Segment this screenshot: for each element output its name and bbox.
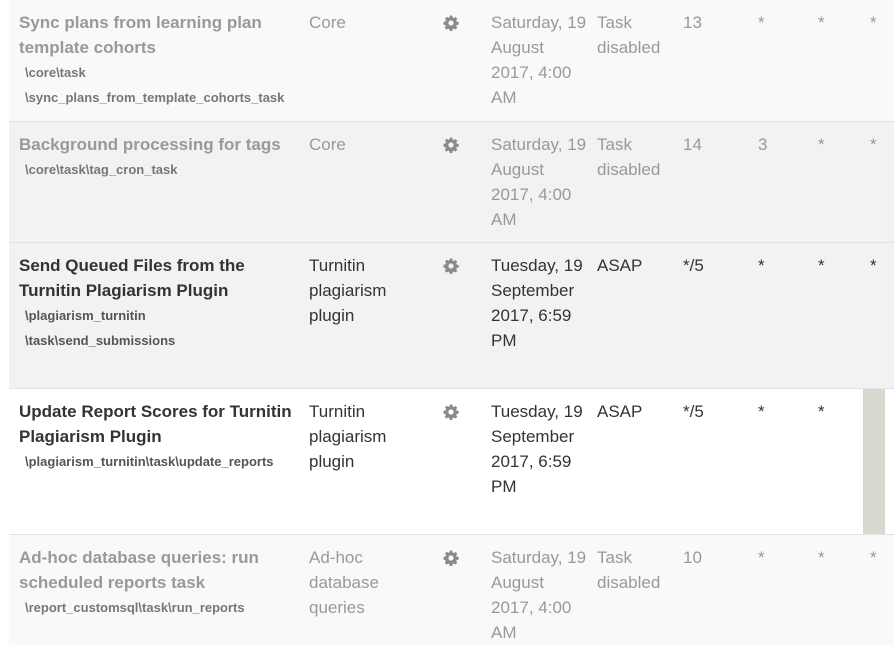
scrollbar-thumb[interactable]	[863, 389, 885, 534]
last-run-cell: Task disabled	[597, 548, 661, 592]
next-run-cell: Saturday, 19 August 2017, 4:00 AM	[491, 135, 587, 229]
month-cell: *	[870, 256, 877, 275]
task-title: Sync plans from learning plan template c…	[19, 13, 262, 57]
minute-cell: */5	[683, 402, 704, 421]
day-cell: *	[818, 548, 825, 567]
task-class-path: \report_customsql\task\run_reports	[25, 600, 245, 615]
day-cell: *	[818, 402, 825, 421]
task-name-cell: Send Queued Files from the Turnitin Plag…	[19, 253, 299, 353]
day-cell: *	[818, 256, 825, 275]
task-name-cell: Sync plans from learning plan template c…	[19, 10, 299, 110]
task-class-path: \sync_plans_from_template_cohorts_task	[25, 90, 285, 105]
component-cell: Core	[309, 13, 346, 32]
last-run-cell: Task disabled	[597, 135, 661, 179]
component-cell: Ad-hoc database queries	[309, 548, 379, 617]
hour-cell: *	[758, 548, 765, 567]
next-run-cell: Saturday, 19 August 2017, 4:00 AM	[491, 548, 587, 642]
table-row: Update Report Scores for Turnitin Plagia…	[9, 388, 894, 534]
day-cell: *	[818, 13, 825, 32]
task-title: Update Report Scores for Turnitin Plagia…	[19, 402, 292, 446]
task-name-cell: Update Report Scores for Turnitin Plagia…	[19, 399, 299, 474]
hour-cell: *	[758, 13, 765, 32]
task-title: Background processing for tags	[19, 135, 281, 154]
table-row: Sync plans from learning plan template c…	[9, 0, 894, 121]
component-cell: Turnitin plagiarism plugin	[309, 256, 387, 325]
task-name-cell: Ad-hoc database queries: run scheduled r…	[19, 545, 299, 620]
task-class-path: \plagiarism_turnitin	[25, 308, 146, 323]
next-run-cell: Tuesday, 19 September 2017, 6:59 PM	[491, 402, 583, 496]
hour-cell: *	[758, 256, 765, 275]
next-run-cell: Saturday, 19 August 2017, 4:00 AM	[491, 13, 587, 107]
task-title: Send Queued Files from the Turnitin Plag…	[19, 256, 245, 300]
table-row: Ad-hoc database queries: run scheduled r…	[9, 534, 894, 645]
last-run-cell: Task disabled	[597, 13, 661, 57]
gear-icon[interactable]	[442, 14, 460, 32]
scheduled-tasks-table: Sync plans from learning plan template c…	[9, 0, 894, 645]
gear-icon[interactable]	[442, 257, 460, 275]
task-class-path: \core\task\tag_cron_task	[25, 162, 178, 177]
next-run-cell: Tuesday, 19 September 2017, 6:59 PM	[491, 256, 583, 350]
minute-cell: 10	[683, 548, 702, 567]
minute-cell: */5	[683, 256, 704, 275]
last-run-cell: ASAP	[597, 402, 643, 421]
task-title: Ad-hoc database queries: run scheduled r…	[19, 548, 259, 592]
month-cell: *	[870, 548, 877, 567]
table-row: Send Queued Files from the Turnitin Plag…	[9, 242, 894, 388]
hour-cell: *	[758, 402, 765, 421]
task-class-path: \task\send_submissions	[25, 333, 176, 348]
task-class-path: \core\task	[25, 65, 86, 80]
hour-cell: 3	[758, 135, 768, 154]
last-run-cell: ASAP	[597, 256, 643, 275]
gear-icon[interactable]	[442, 403, 460, 421]
minute-cell: 13	[683, 13, 702, 32]
table-row: Background processing for tags \core\tas…	[9, 121, 894, 242]
gear-icon[interactable]	[442, 549, 460, 567]
component-cell: Turnitin plagiarism plugin	[309, 402, 387, 471]
task-class-path: \plagiarism_turnitin\task\update_reports	[25, 454, 274, 469]
minute-cell: 14	[683, 135, 702, 154]
gear-icon[interactable]	[442, 136, 460, 154]
month-cell: *	[870, 13, 877, 32]
component-cell: Core	[309, 135, 346, 154]
month-cell: *	[870, 135, 877, 154]
task-name-cell: Background processing for tags \core\tas…	[19, 132, 299, 182]
day-cell: *	[818, 135, 825, 154]
